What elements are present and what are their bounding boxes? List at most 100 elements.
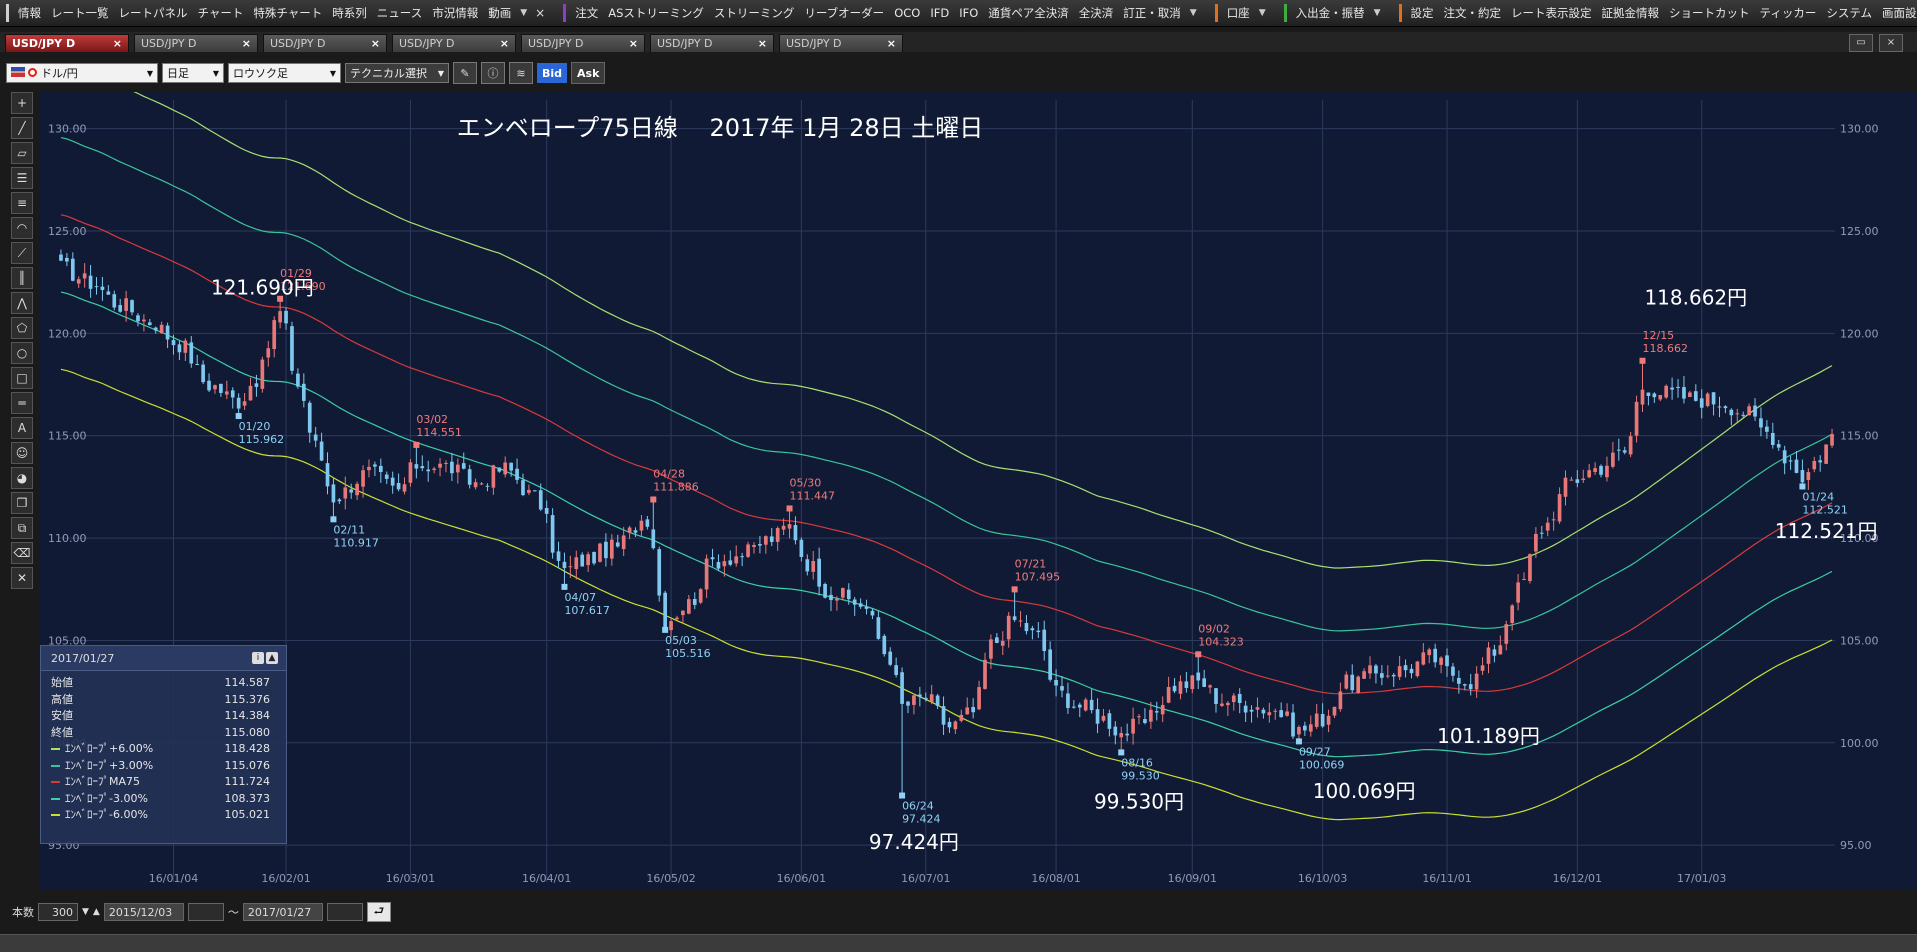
- menu-item[interactable]: 入出金・振替: [1291, 5, 1370, 21]
- menu-item[interactable]: 全決済: [1074, 5, 1119, 21]
- to-date-input[interactable]: 2017/01/27: [242, 903, 323, 921]
- polygon-icon[interactable]: ⬠: [11, 317, 33, 339]
- fibonacci-icon[interactable]: ≡: [11, 192, 33, 214]
- bid-button[interactable]: Bid: [537, 63, 568, 83]
- window-controls: ▭ ×: [1849, 34, 1903, 52]
- period-select[interactable]: 日足 ▼: [162, 63, 224, 83]
- tab-close-icon[interactable]: ×: [500, 35, 509, 52]
- collapse-icon[interactable]: ▲: [266, 652, 278, 664]
- menu-item[interactable]: レートパネル: [114, 5, 193, 21]
- menu-item[interactable]: ティッカー: [1755, 5, 1822, 21]
- menu-item[interactable]: ASストリーミング: [603, 5, 709, 21]
- gann-fan-icon[interactable]: ⟋: [11, 242, 33, 264]
- copy-icon[interactable]: ❐: [11, 492, 33, 514]
- info-icon[interactable]: ⓘ: [481, 62, 505, 84]
- stepper-down-icon[interactable]: ▼: [82, 907, 89, 917]
- chart-tab[interactable]: USD/JPY D ×: [392, 34, 516, 52]
- info-icon[interactable]: i: [252, 652, 264, 664]
- menu-item[interactable]: システム: [1821, 5, 1877, 21]
- menu-dropdown-icon[interactable]: ▼: [516, 8, 531, 18]
- menu-item[interactable]: 特殊チャート: [248, 5, 327, 21]
- candle-body: [811, 561, 816, 572]
- chart-type-select[interactable]: ロウソク足 ▼: [228, 63, 341, 83]
- crosshair-icon[interactable]: +: [11, 92, 33, 114]
- technical-select[interactable]: テクニカル選択 ▼: [345, 63, 449, 83]
- to-time-input[interactable]: [326, 903, 363, 921]
- chart-tab[interactable]: USD/JPY D ×: [779, 34, 903, 52]
- menu-item[interactable]: 時系列: [327, 5, 372, 21]
- bar-count-input[interactable]: 300: [38, 903, 78, 921]
- menu-item[interactable]: 通貨ペア全決済: [983, 5, 1074, 21]
- currency-pair-select[interactable]: ドル/円 ▼: [6, 63, 158, 83]
- menu-dropdown-icon[interactable]: ▼: [1255, 8, 1270, 18]
- fan-icon[interactable]: ◠: [11, 217, 33, 239]
- menu-item[interactable]: ニュース: [372, 5, 427, 21]
- chart-tab[interactable]: USD/JPY D ×: [5, 34, 129, 52]
- candle-body: [1285, 711, 1289, 716]
- pen-icon[interactable]: ✎: [453, 62, 477, 84]
- horizontal-line-icon[interactable]: ═: [11, 392, 33, 414]
- menu-item[interactable]: 画面設定: [1877, 5, 1917, 21]
- menu-item[interactable]: チャート: [193, 5, 249, 21]
- maximize-icon[interactable]: ▭: [1849, 34, 1873, 52]
- rectangle-icon[interactable]: □: [11, 367, 33, 389]
- menu-item[interactable]: 口座: [1222, 5, 1255, 21]
- cycle-lines-icon[interactable]: ║: [11, 267, 33, 289]
- chart-tab[interactable]: USD/JPY D ×: [650, 34, 774, 52]
- tab-close-icon[interactable]: ×: [887, 35, 896, 52]
- candle-body: [1782, 450, 1787, 464]
- tab-close-icon[interactable]: ×: [242, 35, 251, 52]
- tab-close-icon[interactable]: ×: [758, 35, 767, 52]
- menu-item[interactable]: IFD: [925, 6, 954, 20]
- from-time-input[interactable]: [187, 903, 224, 921]
- menu-item[interactable]: 市況情報: [427, 5, 483, 21]
- menu-item[interactable]: OCO: [889, 6, 925, 20]
- paste-icon[interactable]: ⧉: [11, 517, 33, 539]
- menu-item[interactable]: レート一覧: [46, 5, 114, 21]
- menu-item[interactable]: 情報: [13, 5, 46, 21]
- color-icon[interactable]: ◕: [11, 467, 33, 489]
- from-date-input[interactable]: 2015/12/03: [103, 903, 184, 921]
- menu-item[interactable]: 動画: [483, 5, 516, 21]
- menu-item[interactable]: 設定: [1406, 5, 1439, 21]
- chart-settings-icon[interactable]: ≋: [509, 62, 533, 84]
- eraser-icon[interactable]: ⌫: [11, 542, 33, 564]
- menu-dropdown-icon[interactable]: ▼: [1186, 8, 1201, 18]
- circle-icon[interactable]: ○: [11, 342, 33, 364]
- menu-item[interactable]: ストリーミング: [709, 5, 800, 21]
- y-tick-label-left: 125.00: [48, 225, 87, 238]
- candle-body: [1616, 449, 1621, 451]
- close-window-icon[interactable]: ×: [1879, 34, 1903, 52]
- ask-button[interactable]: Ask: [571, 62, 606, 84]
- chart-tab[interactable]: USD/JPY D ×: [134, 34, 258, 52]
- menu-item[interactable]: 訂正・取消: [1118, 5, 1186, 21]
- series-swatch: [51, 814, 60, 816]
- chart-tab[interactable]: USD/JPY D ×: [521, 34, 645, 52]
- apply-range-icon[interactable]: ⮐: [366, 902, 391, 922]
- menu-item[interactable]: ショートカット: [1664, 5, 1755, 21]
- text-icon[interactable]: A: [11, 417, 33, 439]
- menu-dropdown-icon[interactable]: ▼: [1370, 8, 1385, 18]
- menu-item[interactable]: 注文: [570, 5, 603, 21]
- menu-item[interactable]: 注文・約定: [1439, 5, 1507, 21]
- icon-stamp-icon[interactable]: ☺: [11, 442, 33, 464]
- pitchfork-icon[interactable]: ⋀: [11, 292, 33, 314]
- channel-icon[interactable]: ☰: [11, 167, 33, 189]
- chart-tab[interactable]: USD/JPY D ×: [263, 34, 387, 52]
- stepper-up-icon[interactable]: ▲: [93, 907, 100, 917]
- candle-body: [639, 520, 644, 531]
- tab-close-icon[interactable]: ×: [629, 35, 638, 52]
- tab-close-icon[interactable]: ×: [113, 35, 122, 52]
- menu-item[interactable]: リーブオーダー: [799, 5, 889, 21]
- info-row-label: ｴﾝﾍﾞﾛｰﾌﾟ-3.00%: [65, 791, 148, 805]
- ruler-icon[interactable]: ▱: [11, 142, 33, 164]
- menu-item[interactable]: 証拠金情報: [1597, 5, 1665, 21]
- menu-close-icon[interactable]: ×: [531, 6, 549, 20]
- price-chart[interactable]: 130.00 130.00 125.00 125.00 120.00 120.00 115.…: [40, 92, 1917, 889]
- erase-all-icon[interactable]: ✕: [11, 567, 33, 589]
- trendline-icon[interactable]: ╱: [11, 117, 33, 139]
- menu-item[interactable]: レート表示設定: [1506, 5, 1597, 21]
- menu-item[interactable]: IFO: [954, 6, 983, 20]
- candle-body: [1504, 624, 1509, 644]
- tab-close-icon[interactable]: ×: [371, 35, 380, 52]
